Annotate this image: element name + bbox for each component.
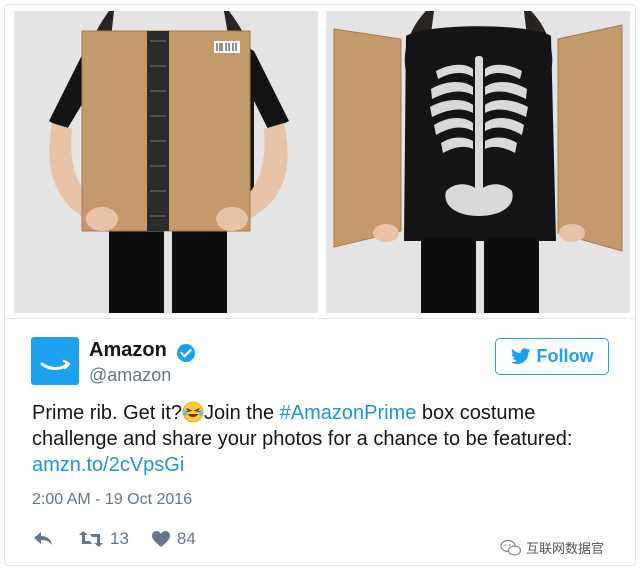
amazon-avatar[interactable] (31, 337, 79, 385)
retweet-icon (79, 531, 103, 547)
tweet-text-segment: box costume (416, 402, 536, 424)
photo-closed-box[interactable] (14, 11, 318, 313)
follow-label: Follow (536, 346, 594, 366)
tweet-text: Prime rib. Get it? Join the #AmazonPrime… (32, 400, 622, 478)
laughing-tears-emoji (182, 401, 204, 423)
wechat-icon (500, 539, 522, 556)
tweet-line-2: challenge and share your photos for a ch… (32, 428, 573, 450)
watermark: 互联网数据官 (500, 538, 604, 557)
heart-icon (151, 531, 170, 547)
tweet-text-segment: Join the (204, 402, 280, 424)
retweet-button[interactable]: 13 (78, 529, 129, 549)
tweet-text-segment: Prime rib. Get it? (32, 402, 183, 424)
follow-button[interactable]: Follow (495, 338, 609, 375)
short-url-link[interactable]: amzn.to/2cVpsGi (32, 454, 184, 476)
tweet-media (5, 5, 635, 317)
hashtag-link[interactable]: #AmazonPrime (280, 402, 417, 424)
author-handle[interactable]: @amazon (89, 365, 171, 386)
tweet-actions: 13 84 (32, 527, 196, 551)
reply-arrow-icon (34, 532, 52, 545)
watermark-text: 互联网数据官 (526, 541, 605, 556)
twitter-bird-icon (510, 348, 531, 365)
amazon-smile-icon (40, 359, 71, 370)
like-button[interactable]: 84 (151, 529, 196, 549)
retweet-count: 13 (110, 529, 129, 548)
tweet-line-3: amzn.to/2cVpsGi (32, 452, 622, 478)
author-name[interactable]: Amazon (89, 339, 167, 362)
open-box-illustration (326, 11, 630, 313)
closed-box-illustration (14, 11, 318, 313)
tweet-line-1: Prime rib. Get it? Join the #AmazonPrime… (32, 400, 622, 426)
reply-button[interactable] (32, 530, 54, 548)
tweet-timestamp[interactable]: 2:00 AM - 19 Oct 2016 (32, 491, 192, 509)
photo-open-box[interactable] (326, 11, 630, 313)
like-count: 84 (176, 529, 196, 548)
verified-badge-icon (177, 344, 195, 362)
media-divider (5, 318, 635, 319)
tweet-card: Amazon @amazon Follow Prime rib. Get it?… (4, 4, 636, 566)
